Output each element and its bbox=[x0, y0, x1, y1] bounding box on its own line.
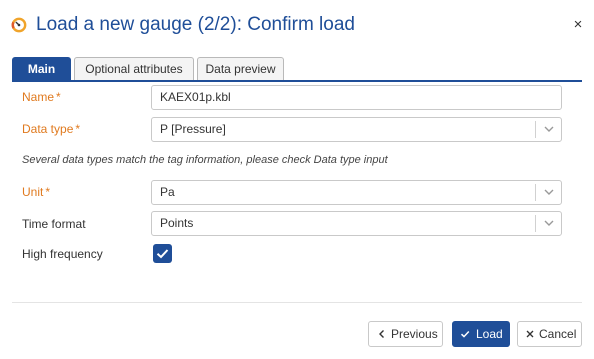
close-icon[interactable]: × bbox=[571, 17, 585, 33]
data-type-label-text: Data type bbox=[22, 122, 74, 136]
load-button[interactable]: Load bbox=[452, 321, 510, 347]
gauge-icon bbox=[11, 17, 27, 33]
previous-button-label: Previous bbox=[391, 327, 438, 341]
tab-main[interactable]: Main bbox=[12, 57, 71, 80]
data-type-label: Data type * bbox=[22, 122, 80, 136]
tab-optional-attributes[interactable]: Optional attributes bbox=[74, 57, 194, 80]
required-marker: * bbox=[56, 90, 61, 104]
chevron-down-icon[interactable] bbox=[543, 123, 555, 135]
time-format-select[interactable]: Points bbox=[151, 211, 562, 236]
load-button-label: Load bbox=[476, 327, 503, 341]
data-type-info-message: Several data types match the tag informa… bbox=[22, 154, 388, 166]
unit-select-value: Pa bbox=[160, 185, 175, 199]
select-divider bbox=[535, 184, 536, 201]
check-icon bbox=[460, 330, 470, 338]
chevron-down-icon[interactable] bbox=[543, 186, 555, 198]
time-format-select-value: Points bbox=[160, 216, 194, 230]
unit-select[interactable]: Pa bbox=[151, 180, 562, 205]
close-icon bbox=[526, 330, 534, 338]
footer-divider bbox=[12, 302, 582, 303]
high-frequency-label: High frequency bbox=[22, 247, 103, 261]
name-label-text: Name bbox=[22, 90, 55, 104]
unit-label: Unit * bbox=[22, 185, 50, 199]
name-input-value: KAEX01p.kbl bbox=[160, 90, 231, 104]
cancel-button[interactable]: Cancel bbox=[517, 321, 582, 347]
tab-underline bbox=[12, 80, 582, 82]
dialog-title-bar: Load a new gauge (2/2): Confirm load × bbox=[0, 0, 594, 52]
data-type-select[interactable]: P [Pressure] bbox=[151, 117, 562, 142]
previous-button[interactable]: Previous bbox=[368, 321, 443, 347]
required-marker: * bbox=[75, 122, 81, 136]
cancel-button-label: Cancel bbox=[539, 327, 577, 341]
data-type-select-value: P [Pressure] bbox=[160, 122, 226, 136]
time-format-label: Time format bbox=[22, 217, 86, 231]
dialog-title: Load a new gauge (2/2): Confirm load bbox=[36, 14, 355, 35]
name-input[interactable]: KAEX01p.kbl bbox=[151, 85, 562, 110]
name-label: Name * bbox=[22, 90, 61, 104]
chevron-left-icon bbox=[379, 330, 384, 338]
select-divider bbox=[535, 121, 536, 138]
chevron-down-icon[interactable] bbox=[543, 217, 555, 229]
select-divider bbox=[535, 215, 536, 232]
unit-label-text: Unit bbox=[22, 185, 44, 199]
tab-data-preview[interactable]: Data preview bbox=[197, 57, 284, 80]
check-icon bbox=[156, 249, 169, 259]
high-frequency-checkbox[interactable] bbox=[153, 244, 172, 263]
required-marker: * bbox=[45, 185, 51, 199]
